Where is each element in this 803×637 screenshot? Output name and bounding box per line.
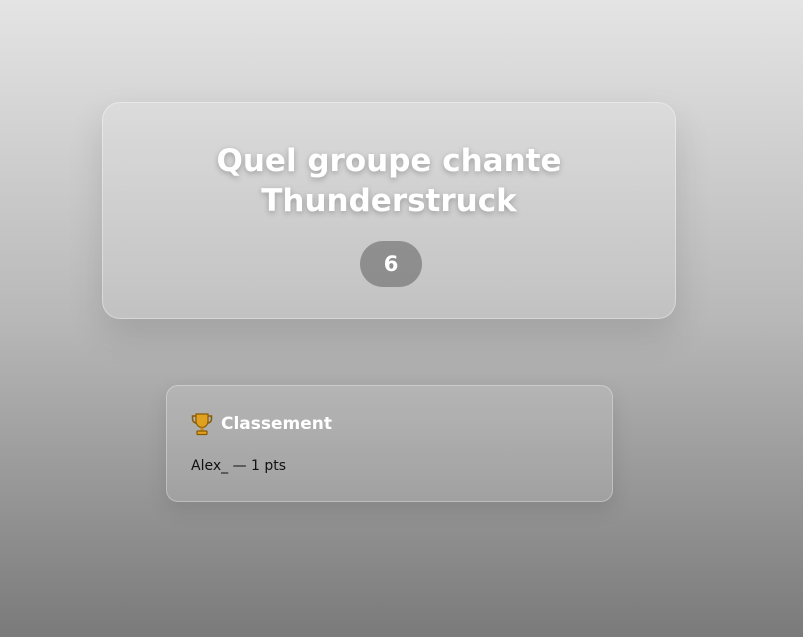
- leaderboard-list: Alex_ — 1 pts: [191, 456, 286, 476]
- leaderboard-title: Classement: [221, 414, 333, 434]
- timer-badge: 6: [360, 241, 422, 287]
- question-text: Quel groupe chante Thunderstruck: [216, 143, 562, 219]
- trophy-icon: [191, 412, 213, 436]
- leaderboard-header: Classement: [191, 412, 332, 436]
- leaderboard-card: Classement Alex_ — 1 pts: [166, 385, 613, 502]
- question-card: Quel groupe chante Thunderstruck 6: [102, 102, 676, 319]
- leaderboard-entry: Alex_ — 1 pts: [191, 458, 287, 474]
